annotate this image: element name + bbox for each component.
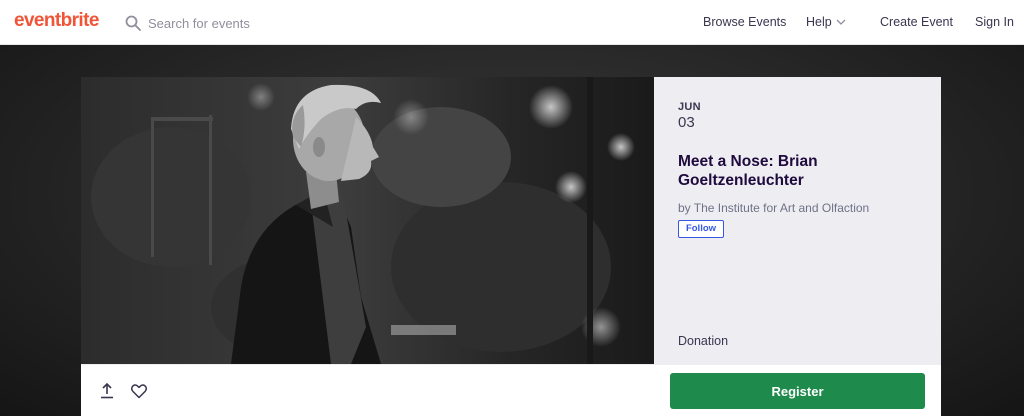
heart-icon[interactable]: [130, 382, 148, 400]
event-organizer[interactable]: by The Institute for Art and Olfaction: [678, 201, 869, 215]
event-hero-image: [81, 77, 654, 364]
search-input[interactable]: [148, 12, 388, 34]
browse-events-link[interactable]: Browse Events: [703, 15, 786, 29]
follow-button[interactable]: Follow: [678, 220, 724, 238]
share-icon[interactable]: [98, 382, 116, 400]
event-price: Donation: [678, 334, 729, 348]
chevron-down-icon[interactable]: [835, 17, 847, 27]
help-menu[interactable]: Help: [806, 15, 832, 29]
eventbrite-logo[interactable]: eventbrite: [14, 10, 99, 32]
event-action-bar: Register: [81, 364, 941, 416]
event-date-month: JUN: [678, 101, 701, 113]
search-icon[interactable]: [124, 14, 142, 32]
sign-in-link[interactable]: Sign In: [975, 15, 1014, 29]
event-info-panel: JUN 03 Meet a Nose: Brian Goeltzenleucht…: [654, 77, 941, 364]
create-event-link[interactable]: Create Event: [880, 15, 953, 29]
event-title: Meet a Nose: Brian Goeltzenleuchter: [678, 153, 818, 189]
register-button[interactable]: Register: [670, 373, 925, 409]
top-navigation: eventbrite Browse Events Help Create Eve…: [0, 0, 1024, 45]
event-date-day: 03: [678, 114, 695, 131]
